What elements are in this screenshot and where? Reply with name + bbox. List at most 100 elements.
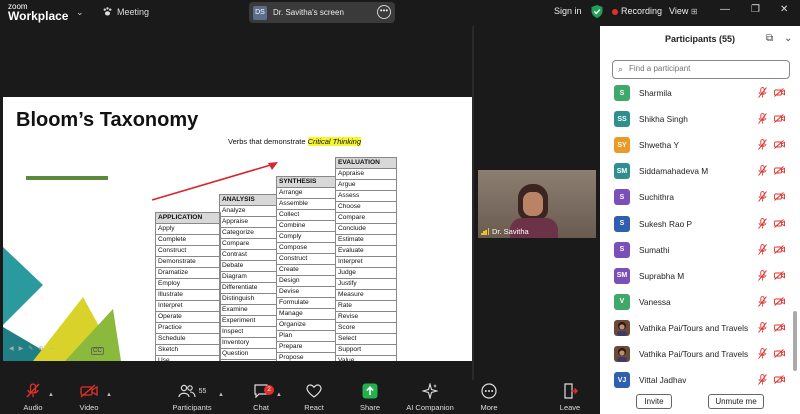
analysis-verb: Differentiate — [219, 282, 277, 294]
bottom-toolbar: Audio ▲ Video ▲ 55 Participants ▲ Chat 2… — [0, 380, 600, 414]
mic-muted-icon[interactable] — [758, 87, 767, 98]
mic-muted-icon[interactable] — [758, 348, 767, 359]
participant-search[interactable]: ⌕ — [612, 60, 790, 79]
cc-icon[interactable]: CC — [91, 347, 104, 355]
evaluation-verb: Judge — [335, 267, 397, 279]
participant-row[interactable]: S Suchithra — [600, 185, 790, 211]
react-button[interactable]: React — [289, 382, 339, 412]
mic-muted-icon[interactable] — [758, 165, 767, 177]
shield-check-icon[interactable] — [591, 5, 603, 18]
synthesis-verb: Create — [276, 264, 336, 276]
chevron-down-icon[interactable]: ⌄ — [784, 33, 792, 44]
participant-row[interactable]: SM Suprabha M — [600, 264, 790, 290]
evaluation-verb: Justify — [335, 278, 397, 290]
restore-icon[interactable]: ❐ — [751, 4, 760, 15]
video-off-icon[interactable] — [774, 192, 785, 202]
participant-row[interactable]: SM Siddamahadeva M — [600, 159, 790, 185]
more-label: More — [480, 403, 498, 412]
meeting-label: Meeting — [117, 6, 150, 17]
participant-row[interactable]: SY Shwetha Y — [600, 133, 790, 159]
scrollbar[interactable] — [793, 86, 797, 386]
leave-button[interactable]: Leave — [545, 382, 595, 412]
video-tile[interactable]: Dr. Savitha — [478, 170, 596, 238]
participants-caret-icon[interactable]: ▲ — [218, 392, 224, 398]
video-off-icon[interactable] — [774, 296, 785, 306]
menu-icon[interactable]: … — [48, 345, 54, 352]
video-off-icon[interactable] — [774, 218, 785, 228]
share-screen-icon — [362, 383, 378, 399]
screen-share-pill[interactable]: DS Dr. Savitha's screen ••• — [249, 2, 395, 23]
synthesis-verb: Prepare — [276, 341, 336, 353]
video-off-icon[interactable] — [774, 166, 785, 176]
video-off-icon[interactable] — [774, 270, 785, 280]
next-slide-icon[interactable]: ▶ — [19, 345, 24, 352]
mic-muted-icon[interactable] — [758, 295, 767, 307]
share-label: Dr. Savitha's screen — [273, 8, 344, 17]
meeting-info-button[interactable]: Meeting — [102, 6, 149, 17]
audio-label: Audio — [23, 403, 43, 412]
mic-muted-icon[interactable] — [758, 374, 767, 385]
participant-row[interactable]: VJ Vittal Jadhav — [600, 368, 790, 394]
application-header: APPLICATION — [155, 212, 221, 224]
video-off-icon[interactable] — [774, 323, 785, 332]
zoom-window: zoom Workplace ⌄ Meeting DS Dr. Savitha'… — [0, 0, 800, 414]
participant-row[interactable]: SS Shikha Singh — [600, 107, 790, 133]
chat-caret-icon[interactable]: ▲ — [276, 392, 282, 398]
synthesis-verb: Combine — [276, 220, 336, 232]
minimize-icon[interactable]: — — [720, 4, 730, 15]
sign-in-link[interactable]: Sign in — [554, 6, 582, 16]
close-icon[interactable]: ✕ — [780, 4, 788, 15]
participant-row[interactable]: S Sukesh Rao P — [600, 212, 790, 238]
video-caret-icon[interactable]: ▲ — [106, 392, 112, 398]
chevron-down-icon[interactable]: ⌄ — [76, 7, 84, 18]
scrollbar-thumb[interactable] — [793, 311, 797, 371]
video-off-icon[interactable] — [774, 375, 785, 384]
more-options-icon[interactable]: ••• — [377, 5, 391, 19]
video-off-icon[interactable] — [774, 349, 785, 358]
unmute-me-button[interactable]: Unmute me — [708, 394, 764, 409]
mic-muted-icon[interactable] — [758, 269, 767, 281]
share-button[interactable]: Share — [345, 382, 395, 412]
more-button[interactable]: More — [463, 382, 515, 412]
audio-caret-icon[interactable]: ▲ — [48, 392, 54, 398]
participant-row[interactable]: Vathika Pai/Tours and Travels — [600, 316, 790, 342]
analysis-verb: Distinguish — [219, 293, 277, 305]
prev-slide-icon[interactable]: ◀ — [9, 345, 14, 352]
participant-row[interactable]: V Vanessa — [600, 290, 790, 316]
panel-divider[interactable] — [472, 26, 474, 380]
pen-icon[interactable]: ✎ — [28, 345, 33, 352]
invite-button[interactable]: Invite — [636, 394, 672, 409]
mic-muted-icon[interactable] — [758, 139, 767, 150]
application-verb: Apply — [155, 223, 221, 235]
evaluation-verb: Argue — [335, 179, 397, 191]
video-off-icon[interactable] — [774, 244, 785, 254]
synthesis-verb: Arrange — [276, 187, 336, 199]
participant-name: Sukesh Rao P — [639, 218, 693, 229]
ai-companion-button[interactable]: AI Companion — [400, 382, 460, 412]
participant-row[interactable]: S Sumathi — [600, 238, 790, 264]
mic-muted-icon[interactable] — [758, 217, 767, 229]
recording-label[interactable]: Recording — [621, 6, 662, 16]
synthesis-verb: Plan — [276, 330, 336, 342]
participant-row[interactable]: Vathika Pai/Tours and Travels — [600, 342, 790, 368]
view-button[interactable]: View ⊞ — [669, 6, 698, 16]
participant-name: Shikha Singh — [639, 114, 688, 125]
video-off-icon[interactable] — [774, 140, 785, 150]
participants-button[interactable]: 55 Participants — [166, 382, 218, 412]
analysis-verb: Debate — [219, 260, 277, 272]
pop-out-icon[interactable]: ⧉ — [766, 33, 773, 44]
evaluation-verb: Support — [335, 344, 397, 356]
participant-row[interactable]: S Sharmila — [600, 81, 790, 107]
mic-muted-icon[interactable] — [758, 113, 767, 124]
application-verb: Illustrate — [155, 289, 221, 301]
synthesis-header: SYNTHESIS — [276, 176, 336, 188]
mic-muted-icon[interactable] — [758, 322, 767, 333]
mic-muted-icon[interactable] — [758, 243, 767, 255]
video-off-icon[interactable] — [774, 88, 785, 97]
verbs-caption: Verbs that demonstrate Critical Thinking — [228, 137, 361, 146]
zoom-icon[interactable]: ⊕ — [38, 345, 43, 352]
search-input[interactable] — [629, 64, 779, 73]
video-off-icon[interactable] — [774, 114, 785, 123]
mic-muted-icon[interactable] — [758, 191, 767, 203]
application-verb: Schedule — [155, 333, 221, 345]
